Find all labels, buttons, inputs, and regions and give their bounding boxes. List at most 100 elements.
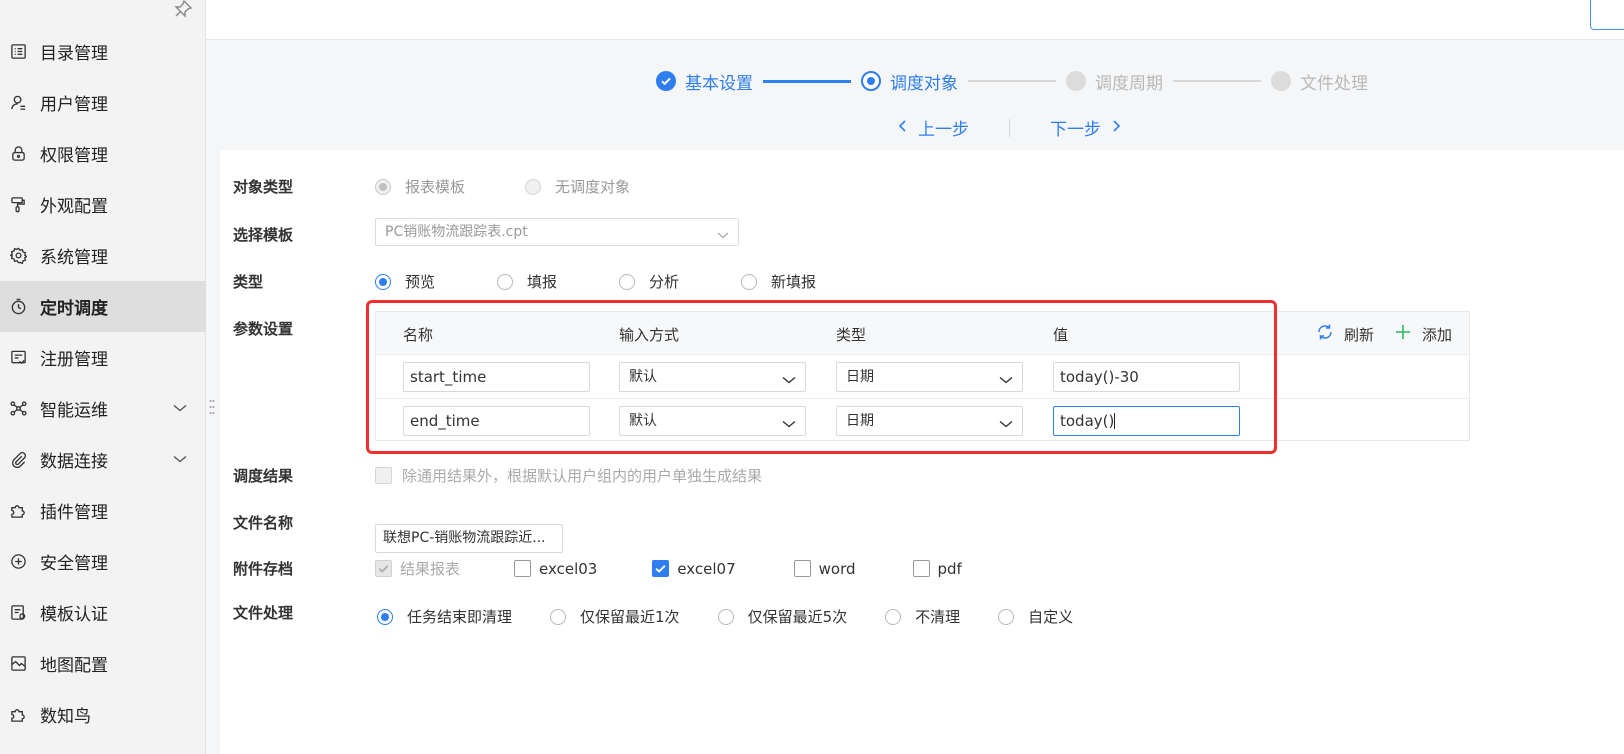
check-icon — [375, 560, 392, 577]
param-type-select[interactable]: 日期 — [836, 362, 1023, 392]
sidebar-item-schedule[interactable]: 定时调度 — [0, 281, 206, 332]
radio-analyze[interactable]: 分析 — [619, 271, 679, 292]
param-value-input[interactable]: today()-30 — [1053, 362, 1240, 392]
radio-icon — [377, 608, 393, 625]
checkbox-label: 结果报表 — [400, 560, 461, 578]
step-schedule-period[interactable]: 调度周期 — [1066, 69, 1163, 94]
param-type-select[interactable]: 日期 — [836, 406, 1023, 436]
radio-icon — [497, 273, 514, 290]
step-label: 调度对象 — [890, 73, 958, 94]
step-schedule-object[interactable]: 调度对象 — [861, 69, 958, 94]
checkbox-icon — [514, 560, 532, 577]
sidebar-item-catalog[interactable]: 目录管理 — [0, 26, 206, 77]
chevron-down-icon — [998, 414, 1014, 430]
sidebar-item-label: 定时调度 — [40, 299, 108, 319]
radio-icon — [741, 273, 758, 290]
sidebar-item-map[interactable]: 地图配置 — [0, 638, 206, 689]
radio-label: 新填报 — [771, 273, 817, 291]
table-row: end_time 默认 日期 today() — [376, 399, 1469, 443]
radio-keep-last-1[interactable]: 仅保留最近1次 — [550, 606, 680, 627]
register-icon — [8, 348, 28, 368]
pin-icon[interactable] — [174, 0, 193, 18]
refresh-button[interactable]: 刷新 — [1316, 323, 1374, 345]
checkbox-word[interactable]: word — [793, 560, 856, 578]
radio-label: 报表模板 — [405, 178, 466, 196]
checkbox-excel03[interactable]: excel03 — [514, 560, 597, 578]
sidebar-item-data-connection[interactable]: 数据连接 — [0, 434, 206, 485]
checkbox-excel07[interactable]: excel07 — [652, 560, 736, 578]
select-value: 默认 — [629, 413, 657, 429]
template-select[interactable]: PC销账物流跟踪表.cpt — [375, 218, 739, 246]
list-icon — [8, 42, 28, 62]
radio-label: 自定义 — [1028, 608, 1074, 626]
chevron-down-icon — [781, 414, 797, 430]
radio-new-fill[interactable]: 新填报 — [741, 271, 816, 292]
sidebar-item-label: 用户管理 — [40, 95, 108, 115]
sidebar-item-shuzhiniao[interactable]: 数知鸟 — [0, 689, 206, 740]
radio-no-clean[interactable]: 不清理 — [885, 606, 960, 627]
sidebar-item-register[interactable]: 注册管理 — [0, 332, 206, 383]
header-action-box[interactable] — [1590, 0, 1624, 30]
radio-label: 填报 — [527, 273, 558, 291]
chevron-down-icon[interactable] — [172, 400, 188, 416]
radio-label: 无调度对象 — [555, 178, 631, 196]
puzzle-icon — [8, 705, 28, 725]
sidebar-item-plugins[interactable]: 插件管理 — [0, 485, 206, 536]
radio-preview[interactable]: 预览 — [375, 271, 435, 292]
sidebar-item-label: 数知鸟 — [40, 707, 91, 727]
checkbox-label: 除通用结果外，根据默认用户组内的用户单独生成结果 — [402, 467, 763, 485]
sidebar-item-label: 注册管理 — [40, 350, 108, 370]
map-icon — [8, 654, 28, 674]
radio-icon — [717, 608, 734, 625]
radio-custom[interactable]: 自定义 — [998, 606, 1073, 627]
sidebar-menu: 目录管理 用户管理 权限管理 外观配置 系统管理 定时调度 注册管理 智能运维 — [0, 26, 206, 740]
add-label: 添加 — [1422, 325, 1453, 344]
sidebar-item-appearance[interactable]: 外观配置 — [0, 179, 206, 230]
step-label: 文件处理 — [1300, 73, 1368, 94]
wizard-header: 基本设置 调度对象 调度周期 文件处理 上一步 下一步 — [206, 40, 1624, 150]
radio-label: 任务结束即清理 — [407, 608, 513, 626]
checkbox-per-user-result[interactable]: 除通用结果外，根据默认用户组内的用户单独生成结果 — [375, 465, 762, 486]
chevron-down-icon — [716, 225, 730, 239]
param-value-input-focused[interactable]: today() — [1053, 406, 1240, 436]
radio-fill[interactable]: 填报 — [497, 271, 557, 292]
next-step-button[interactable]: 下一步 — [1050, 115, 1123, 140]
sidebar-item-ops[interactable]: 智能运维 — [0, 383, 206, 434]
step-basic-settings[interactable]: 基本设置 — [656, 69, 753, 94]
checkbox-result-report[interactable]: 结果报表 — [375, 558, 460, 579]
radio-clean-on-finish[interactable]: 任务结束即清理 — [377, 606, 512, 627]
checkbox-icon — [793, 560, 811, 577]
step-file-processing[interactable]: 文件处理 — [1271, 69, 1368, 94]
col-type: 类型 — [836, 326, 867, 344]
form-panel: 对象类型 报表模板 无调度对象 选择模板 PC销账物流跟踪表.cpt 类型 预览… — [220, 150, 1624, 754]
col-name: 名称 — [403, 326, 434, 344]
plus-icon — [1394, 323, 1422, 345]
check-icon — [652, 560, 670, 577]
checkbox-pdf[interactable]: pdf — [912, 560, 962, 578]
chevron-down-icon — [781, 370, 797, 386]
result-option: 除通用结果外，根据默认用户组内的用户单独生成结果 — [375, 465, 762, 486]
radio-keep-last-5[interactable]: 仅保留最近5次 — [717, 606, 847, 627]
param-input-select[interactable]: 默认 — [619, 406, 806, 436]
resize-handle[interactable] — [209, 398, 215, 416]
param-name-input[interactable]: start_time — [403, 362, 590, 392]
pending-step-icon — [1271, 71, 1291, 91]
param-name-input[interactable]: end_time — [403, 406, 590, 436]
sidebar-item-users[interactable]: 用户管理 — [0, 77, 206, 128]
chevron-right-icon — [1109, 118, 1123, 138]
chevron-down-icon[interactable] — [172, 451, 188, 467]
prev-step-button[interactable]: 上一步 — [896, 115, 969, 140]
radio-icon — [375, 273, 391, 290]
sidebar-item-template-cert[interactable]: 模板认证 — [0, 587, 206, 638]
type-label: 类型 — [233, 273, 264, 291]
sidebar-item-system[interactable]: 系统管理 — [0, 230, 206, 281]
param-input-select[interactable]: 默认 — [619, 362, 806, 392]
filename-input[interactable]: 联想PC-销账物流跟踪近... — [375, 524, 563, 553]
checkbox-icon — [912, 560, 930, 577]
radio-icon — [619, 273, 636, 290]
add-param-button[interactable]: 添加 — [1394, 323, 1452, 345]
sidebar-item-permissions[interactable]: 权限管理 — [0, 128, 206, 179]
radio-no-object[interactable]: 无调度对象 — [525, 176, 630, 197]
sidebar-item-security[interactable]: 安全管理 — [0, 536, 206, 587]
radio-report-template[interactable]: 报表模板 — [375, 176, 465, 197]
